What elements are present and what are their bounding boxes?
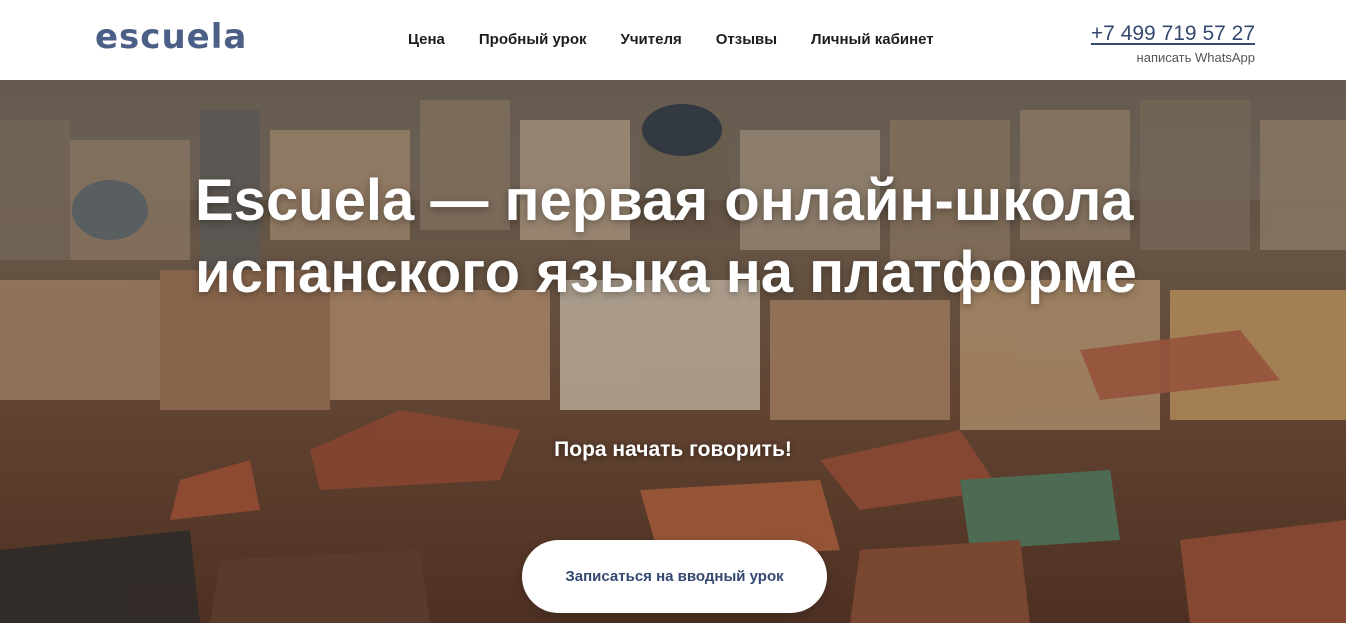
nav-item-reviews[interactable]: Отзывы xyxy=(716,31,777,49)
nav-item-teachers[interactable]: Учителя xyxy=(621,31,682,49)
hero-subtitle: Пора начать говорить! xyxy=(554,438,792,461)
contact-block: +7 499 719 57 27 написать WhatsApp xyxy=(1091,21,1255,65)
main-nav: Цена Пробный урок Учителя Отзывы Личный … xyxy=(408,31,934,49)
hero-title-line-2: испанского языка на платформе xyxy=(195,240,1137,305)
nav-item-trial-lesson[interactable]: Пробный урок xyxy=(479,31,587,49)
logo[interactable]: escuela xyxy=(95,18,247,56)
hero-title: Escuela — первая онлайн-школа испанского… xyxy=(195,165,1155,309)
nav-item-price[interactable]: Цена xyxy=(408,31,445,49)
signup-intro-lesson-button[interactable]: Записаться на вводный урок xyxy=(522,540,827,613)
hero-section: Escuela — первая онлайн-школа испанского… xyxy=(0,80,1346,623)
hero-title-line-1: Escuela — первая онлайн-школа xyxy=(195,168,1134,233)
phone-link[interactable]: +7 499 719 57 27 xyxy=(1091,21,1255,46)
whatsapp-link[interactable]: написать WhatsApp xyxy=(1091,50,1255,65)
site-header: escuela Цена Пробный урок Учителя Отзывы… xyxy=(0,0,1346,80)
nav-item-account[interactable]: Личный кабинет xyxy=(811,31,934,49)
